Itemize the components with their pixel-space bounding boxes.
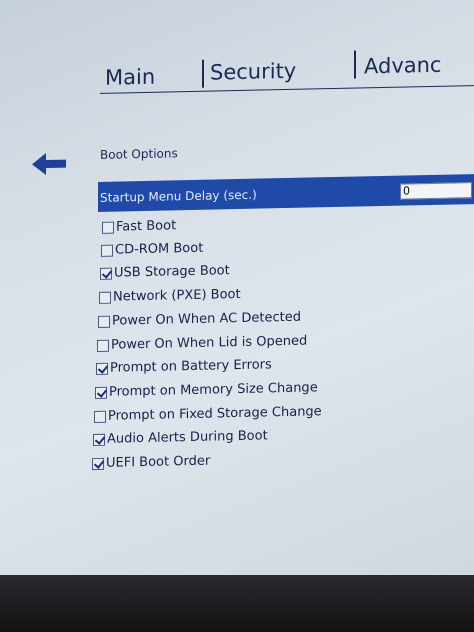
option-network-pxe-boot[interactable]: Network (PXE) Boot — [99, 287, 241, 305]
checkbox[interactable] — [94, 410, 106, 423]
option-label: Prompt on Memory Size Change — [109, 380, 318, 400]
option-power-on-ac[interactable]: Power On When AC Detected — [98, 310, 301, 329]
checkbox[interactable] — [96, 362, 108, 375]
monitor-bezel — [0, 575, 474, 632]
checkbox[interactable] — [95, 386, 107, 399]
tab-security[interactable]: Security — [210, 59, 296, 85]
tab-divider — [202, 59, 204, 88]
tab-main[interactable]: Main — [105, 65, 155, 90]
tab-bar: Main Security Advanc — [100, 50, 474, 94]
startup-delay-row[interactable]: Startup Menu Delay (sec.) 0 — [98, 174, 474, 212]
option-label: Audio Alerts During Boot — [107, 428, 268, 447]
startup-delay-label: Startup Menu Delay (sec.) — [100, 187, 257, 205]
option-audio-alerts[interactable]: Audio Alerts During Boot — [93, 428, 268, 447]
option-label: Fast Boot — [116, 218, 177, 235]
checkbox[interactable] — [102, 221, 114, 234]
checkbox[interactable] — [98, 315, 110, 328]
option-label: CD-ROM Boot — [115, 240, 204, 258]
option-prompt-battery-errors[interactable]: Prompt on Battery Errors — [96, 357, 272, 376]
option-cdrom-boot[interactable]: CD-ROM Boot — [101, 241, 203, 258]
option-label: Power On When AC Detected — [112, 309, 301, 329]
option-usb-storage-boot[interactable]: USB Storage Boot — [100, 263, 230, 281]
option-label: UEFI Boot Order — [106, 453, 211, 471]
checkbox[interactable] — [97, 339, 109, 352]
option-uefi-boot-order[interactable]: UEFI Boot Order — [92, 454, 210, 471]
option-label: Prompt on Fixed Storage Change — [108, 404, 322, 424]
tab-divider — [354, 50, 356, 79]
tab-underline — [100, 85, 474, 94]
option-label: Power On When Lid is Opened — [111, 333, 308, 353]
checkbox[interactable] — [100, 267, 112, 280]
section-title: Boot Options — [100, 146, 178, 162]
arrow-left-icon[interactable] — [32, 153, 66, 176]
option-power-on-lid[interactable]: Power On When Lid is Opened — [97, 334, 307, 353]
option-label: Network (PXE) Boot — [113, 286, 241, 305]
option-label: USB Storage Boot — [114, 263, 230, 281]
option-prompt-storage-change[interactable]: Prompt on Fixed Storage Change — [94, 404, 322, 424]
checkbox[interactable] — [99, 291, 111, 304]
option-fast-boot[interactable]: Fast Boot — [102, 218, 176, 235]
checkbox[interactable] — [92, 457, 104, 470]
bios-screen: Main Security Advanc Boot Options Startu… — [0, 0, 474, 601]
tab-advanced[interactable]: Advanc — [364, 53, 441, 79]
checkbox[interactable] — [101, 244, 113, 257]
checkbox[interactable] — [93, 433, 105, 446]
option-prompt-memory-change[interactable]: Prompt on Memory Size Change — [95, 380, 318, 400]
option-label: Prompt on Battery Errors — [110, 357, 272, 376]
startup-delay-input[interactable]: 0 — [400, 182, 472, 200]
